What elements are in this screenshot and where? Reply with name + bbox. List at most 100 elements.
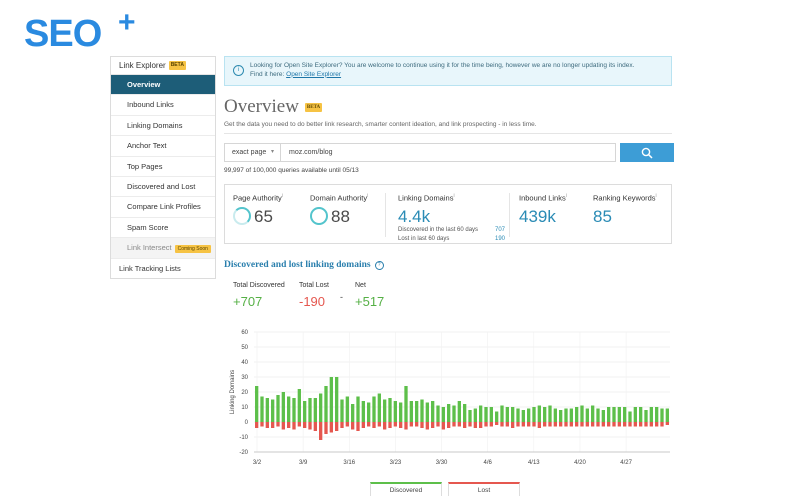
- bar-discovered: [409, 401, 413, 422]
- metric-divider: [509, 193, 510, 237]
- bar-discovered: [361, 401, 365, 422]
- bar-lost: [399, 422, 403, 428]
- linking-domains-label: Linking Domainsi: [398, 193, 455, 203]
- info-icon[interactable]: i: [282, 193, 283, 199]
- sidebar-title: Link Explorer: [119, 61, 166, 70]
- sidebar-item-top-pages[interactable]: Top Pages: [111, 157, 215, 177]
- bar-discovered: [564, 408, 568, 422]
- info-notice: i Looking for Open Site Explorer? You ar…: [224, 56, 672, 86]
- linking-domains-value: 4.4k: [398, 207, 431, 226]
- bar-lost: [601, 422, 605, 427]
- y-tick-label: 0: [245, 420, 249, 426]
- bar-lost: [271, 422, 275, 428]
- total-lost-value: -190: [299, 294, 326, 309]
- search-button[interactable]: [620, 143, 674, 162]
- bar-lost: [383, 422, 387, 430]
- info-icon[interactable]: i: [367, 193, 368, 199]
- metrics-panel: Page Authorityi 65 Domain Authorityi 88 …: [224, 184, 672, 244]
- sidebar-item-discovered-and-lost[interactable]: Discovered and Lost: [111, 177, 215, 198]
- bar-discovered: [660, 408, 664, 422]
- bar-discovered: [521, 410, 525, 422]
- bar-discovered: [484, 407, 488, 422]
- logo-text: SEO: [24, 13, 102, 55]
- x-tick-label: 3/9: [299, 460, 308, 466]
- bar-discovered: [463, 404, 467, 422]
- page-title-wrap: Overview BETA: [224, 96, 323, 118]
- info-icon[interactable]: i: [453, 193, 454, 199]
- bar-discovered: [623, 407, 627, 422]
- bar-discovered: [399, 402, 403, 422]
- domain-authority-label: Domain Authorityi: [310, 193, 368, 203]
- bar-discovered: [575, 407, 579, 422]
- bar-lost: [596, 422, 600, 427]
- bar-lost: [660, 422, 664, 427]
- bar-discovered: [313, 398, 317, 422]
- bar-discovered: [367, 402, 371, 422]
- bar-lost: [393, 422, 397, 427]
- bar-lost: [367, 422, 371, 427]
- bar-discovered: [329, 377, 333, 422]
- coming-soon-badge: Coming Soon: [174, 245, 211, 254]
- bar-discovered: [260, 396, 264, 422]
- bar-discovered: [516, 408, 520, 422]
- bar-discovered: [612, 407, 616, 422]
- bar-lost: [484, 422, 488, 427]
- bar-discovered: [553, 408, 557, 422]
- bar-discovered: [479, 405, 483, 422]
- bar-discovered: [271, 399, 275, 422]
- info-icon[interactable]: i: [566, 193, 567, 199]
- bar-lost: [404, 422, 408, 430]
- help-icon[interactable]: ?: [374, 260, 384, 270]
- sidebar-item-anchor-text[interactable]: Anchor Text: [111, 136, 215, 157]
- sidebar-item-spam-score[interactable]: Spam Score: [111, 218, 215, 239]
- bar-discovered: [468, 410, 472, 422]
- notice-prefix: Find it here:: [250, 70, 285, 78]
- bar-discovered: [511, 407, 515, 422]
- sidebar-item-inbound-links[interactable]: Inbound Links: [111, 95, 215, 116]
- bar-lost: [617, 422, 621, 427]
- sidebar-item-compare-link-profiles[interactable]: Compare Link Profiles: [111, 197, 215, 218]
- bar-discovered: [393, 401, 397, 422]
- open-site-explorer-link[interactable]: Open Site Explorer: [286, 71, 341, 78]
- ranking-keywords-label-text: Ranking Keywords: [593, 193, 656, 203]
- bar-lost: [335, 422, 339, 431]
- bar-lost: [345, 422, 349, 427]
- divider: [224, 133, 672, 134]
- bar-discovered: [532, 407, 536, 422]
- page-authority-label: Page Authorityi: [233, 193, 283, 203]
- ranking-keywords-value: 85: [593, 207, 612, 226]
- bar-lost: [532, 422, 536, 427]
- bar-lost: [543, 422, 547, 427]
- search-input[interactable]: moz.com/blog: [281, 149, 333, 156]
- bar-lost: [628, 422, 632, 427]
- sidebar-item-linking-domains[interactable]: Linking Domains: [111, 116, 215, 137]
- sidebar-item-link-tracking-lists[interactable]: Link Tracking Lists: [111, 259, 215, 278]
- discovered-lost-chart: 60 50 40 30 20 10 0 -10 -20 3/2 3/9 3/16 3/23 3/30 4/6…: [230, 330, 670, 466]
- bar-discovered: [372, 396, 376, 422]
- bar-discovered: [297, 389, 301, 422]
- legend-lost[interactable]: Lost: [448, 482, 520, 496]
- domain-authority-value: 88: [331, 207, 350, 226]
- bar-lost: [292, 422, 296, 430]
- total-discovered-label: Total Discovered: [233, 282, 285, 289]
- discovered-value: 707: [494, 227, 505, 233]
- y-tick-label: 50: [241, 345, 248, 351]
- metric-divider: [385, 193, 386, 237]
- bar-discovered: [431, 401, 435, 422]
- info-icon[interactable]: i: [656, 193, 657, 199]
- legend-discovered[interactable]: Discovered: [370, 482, 442, 496]
- bar-lost: [548, 422, 552, 427]
- inbound-links-value: 439k: [519, 207, 556, 226]
- bar-lost: [463, 422, 467, 428]
- info-icon: i: [233, 65, 244, 76]
- bar-lost: [409, 422, 413, 427]
- lost-row: Lost in last 60 days 190: [398, 236, 505, 242]
- search-mode-select[interactable]: exact page ▾: [225, 144, 281, 161]
- bar-discovered: [569, 408, 573, 422]
- bar-lost: [505, 422, 509, 427]
- sidebar-item-overview[interactable]: Overview: [111, 75, 215, 96]
- bar-lost: [356, 422, 360, 431]
- bar-lost: [495, 422, 499, 425]
- bar-lost: [473, 422, 477, 428]
- page-subtitle: Get the data you need to do better link …: [224, 121, 537, 128]
